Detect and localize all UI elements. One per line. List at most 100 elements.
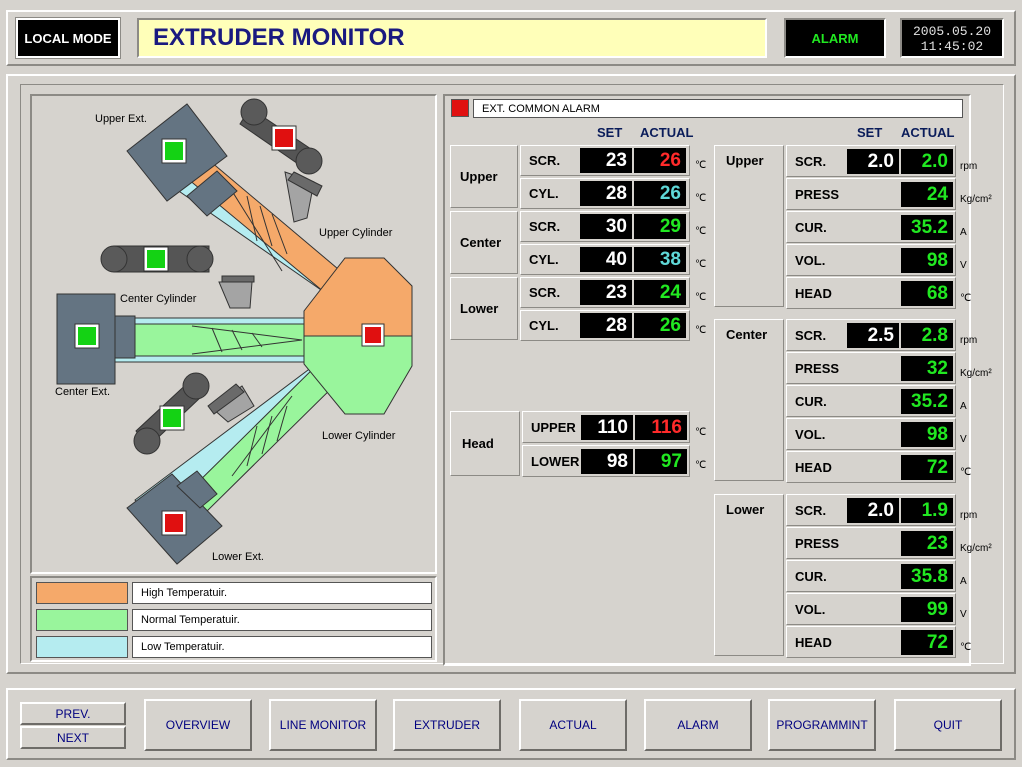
- prev-button[interactable]: PREV.: [20, 702, 126, 725]
- temp-group-label: Center: [450, 211, 518, 274]
- table-row: CYL. 28 26: [520, 310, 690, 341]
- row-label: SCR.: [795, 153, 827, 169]
- actual-value: 2.0: [901, 149, 953, 174]
- legend-normal-label: Normal Temperatuir.: [132, 609, 432, 631]
- actual-value: 26: [634, 148, 686, 173]
- table-row: VOL. 98: [786, 244, 956, 276]
- unit-label: rpm: [960, 161, 978, 172]
- table-row: HEAD 68: [786, 277, 956, 309]
- row-label: SCR.: [795, 502, 827, 518]
- table-row: SCR. 2.0 1.9: [786, 494, 956, 526]
- set-value: 23: [580, 148, 632, 173]
- temp-group-label: Upper: [450, 145, 518, 208]
- set-value: 2.0: [847, 149, 899, 174]
- nav-button-alarm[interactable]: ALARM: [644, 699, 752, 751]
- actual-value: 68: [901, 281, 953, 306]
- row-label: SCR.: [529, 285, 561, 300]
- row-label: VOL.: [795, 426, 826, 442]
- alarm-indicator[interactable]: ALARM: [784, 18, 886, 58]
- legend-high-swatch: [36, 582, 128, 604]
- row-label: SCR.: [529, 153, 561, 168]
- actual-value: 29: [634, 214, 686, 239]
- drive-group-label: Center: [714, 319, 784, 481]
- legend: High Temperatuir. Normal Temperatuir. Lo…: [30, 576, 437, 662]
- table-row: SCR. 23 26: [520, 145, 690, 176]
- row-label: UPPER: [531, 419, 576, 435]
- label-upper-ext: Upper Ext.: [95, 113, 147, 125]
- drive-group-name: Lower: [726, 502, 765, 517]
- nav-button-extruder[interactable]: EXTRUDER: [393, 699, 501, 751]
- label-upper-cylinder: Upper Cylinder: [319, 227, 393, 239]
- row-label: VOL.: [795, 601, 826, 617]
- row-label: SCR.: [529, 219, 561, 234]
- actual-value: 98: [901, 248, 953, 273]
- nav-button-programmint[interactable]: PROGRAMMINT: [768, 699, 876, 751]
- unit-label: ℃: [695, 226, 707, 237]
- row-label: PRESS: [795, 535, 840, 551]
- common-alarm-lamp: [451, 99, 469, 117]
- label-center-cylinder: Center Cylinder: [120, 293, 197, 305]
- next-button[interactable]: NEXT: [20, 726, 126, 749]
- nav-button-actual[interactable]: ACTUAL: [519, 699, 627, 751]
- unit-label: Kg/cm²: [960, 194, 992, 205]
- actual-value: 24: [901, 182, 953, 207]
- actual-value: 98: [901, 422, 953, 447]
- unit-label: A: [960, 576, 967, 587]
- legend-normal-swatch: [36, 609, 128, 631]
- actual-value: 97: [635, 449, 687, 474]
- set-value: 110: [581, 415, 633, 440]
- center-roller-unit: [100, 245, 214, 273]
- upper-roller-unit: [239, 98, 323, 175]
- drive-group-name: Upper: [726, 153, 764, 168]
- unit-label: ℃: [695, 259, 707, 270]
- actual-value: 72: [901, 630, 953, 655]
- actual-value: 99: [901, 597, 953, 622]
- set-value: 2.0: [847, 498, 899, 523]
- actual-value: 26: [634, 181, 686, 206]
- row-label: CUR.: [795, 219, 827, 235]
- set-value: 28: [580, 313, 632, 338]
- row-label: CYL.: [529, 252, 559, 267]
- row-label: CYL.: [529, 318, 559, 333]
- actual-value: 24: [634, 280, 686, 305]
- table-row: HEAD 72: [786, 451, 956, 483]
- row-label: VOL.: [795, 252, 826, 268]
- table-row: HEAD 72: [786, 626, 956, 658]
- temp-col-set: SET: [597, 125, 623, 140]
- row-label: PRESS: [795, 360, 840, 376]
- actual-value: 116: [635, 415, 687, 440]
- unit-label: rpm: [960, 335, 978, 346]
- actual-value: 23: [901, 531, 953, 556]
- nav-button-quit[interactable]: QUIT: [894, 699, 1002, 751]
- actual-value: 2.8: [901, 323, 953, 348]
- row-label: CYL.: [529, 186, 559, 201]
- table-row: PRESS 23: [786, 527, 956, 559]
- set-value: 40: [580, 247, 632, 272]
- nav-button-overview[interactable]: OVERVIEW: [144, 699, 252, 751]
- set-value: 23: [580, 280, 632, 305]
- center-cylinder: [111, 317, 313, 363]
- table-row: SCR. 2.0 2.0: [786, 145, 956, 177]
- center-hopper-lid: [221, 275, 255, 283]
- unit-label: ℃: [695, 427, 707, 438]
- table-row: CUR. 35.2: [786, 211, 956, 243]
- unit-label: Kg/cm²: [960, 543, 992, 554]
- extruder-diagram: Upper Ext. Upper Cylinder Center Cylinde…: [30, 94, 437, 574]
- unit-label: ℃: [695, 325, 707, 336]
- row-label: PRESS: [795, 186, 840, 202]
- legend-high-label: High Temperatuir.: [132, 582, 432, 604]
- date-text: 2005.05.20: [912, 24, 991, 39]
- set-value: 98: [581, 449, 633, 474]
- table-row: PRESS 24: [786, 178, 956, 210]
- unit-label: ℃: [695, 460, 707, 471]
- actual-value: 35.2: [901, 389, 953, 414]
- unit-label: ℃: [695, 160, 707, 171]
- unit-label: A: [960, 401, 967, 412]
- unit-label: ℃: [960, 642, 972, 653]
- row-label: HEAD: [795, 634, 832, 650]
- row-label: HEAD: [795, 285, 832, 301]
- nav-button-line-monitor[interactable]: LINE MONITOR: [269, 699, 377, 751]
- actual-value: 72: [901, 455, 953, 480]
- unit-label: ℃: [960, 293, 972, 304]
- unit-label: V: [960, 609, 967, 620]
